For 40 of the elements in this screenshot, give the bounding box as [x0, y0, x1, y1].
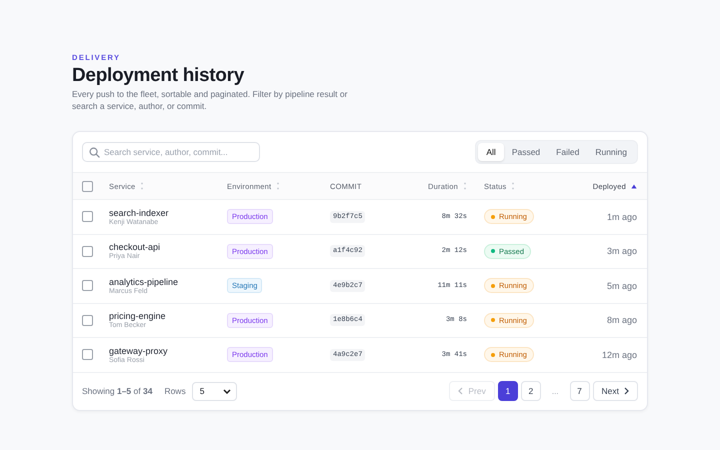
- sort-icon[interactable]: [140, 182, 144, 190]
- pagination-ellipsis: ...: [550, 386, 560, 396]
- deployed-time: 5m ago: [606, 280, 637, 291]
- filter-tab[interactable]: Running: [587, 143, 635, 161]
- chevron-down-icon: [222, 388, 231, 394]
- search-field[interactable]: Search service, author, commit...: [82, 142, 260, 162]
- deployed-time: 3m ago: [606, 246, 637, 256]
- service-name: checkout-api: [109, 242, 160, 252]
- service-name: pricing-engine: [109, 311, 166, 322]
- deployed-time: 8m ago: [606, 315, 637, 326]
- page-button[interactable]: 2: [520, 381, 541, 401]
- page-button[interactable]: 7: [570, 381, 590, 401]
- row-checkbox[interactable]: [82, 246, 93, 257]
- row-checkbox[interactable]: [82, 280, 93, 292]
- deployed-time: 12m ago: [602, 350, 637, 360]
- next-page-button[interactable]: Next: [592, 381, 638, 401]
- sort-icon[interactable]: [511, 182, 516, 190]
- search-icon: [89, 147, 100, 158]
- page-description: Every push to the fleet, sortable and paginated. Filter by pipeline result or search a service, author, or commit.: [72, 89, 348, 112]
- filter-tab[interactable]: Failed: [548, 143, 588, 161]
- row-checkbox[interactable]: [82, 211, 93, 222]
- row-checkbox[interactable]: [82, 349, 93, 360]
- chevron-left-icon: [458, 387, 464, 395]
- results-summary: Showing 1–5 of 34: [82, 386, 152, 396]
- service-name: search-indexer: [109, 208, 169, 218]
- sort-icon[interactable]: [463, 182, 467, 190]
- rows-per-page-select[interactable]: 5: [192, 382, 237, 400]
- rows-label: Rows: [164, 386, 186, 396]
- filter-tab[interactable]: All: [478, 143, 504, 161]
- row-checkbox[interactable]: [82, 314, 93, 326]
- deployed-time: 1m ago: [606, 212, 637, 222]
- service-name: analytics-pipeline: [109, 276, 178, 287]
- sort-ascending-icon[interactable]: [631, 184, 637, 188]
- service-name: gateway-proxy: [109, 346, 168, 356]
- sort-icon[interactable]: [276, 182, 280, 190]
- filter-tab[interactable]: Passed: [504, 143, 548, 161]
- page-button[interactable]: 1: [498, 381, 518, 401]
- select-all-checkbox[interactable]: [82, 180, 93, 192]
- chevron-right-icon: [624, 387, 629, 395]
- page-title: Deployment history: [72, 65, 244, 87]
